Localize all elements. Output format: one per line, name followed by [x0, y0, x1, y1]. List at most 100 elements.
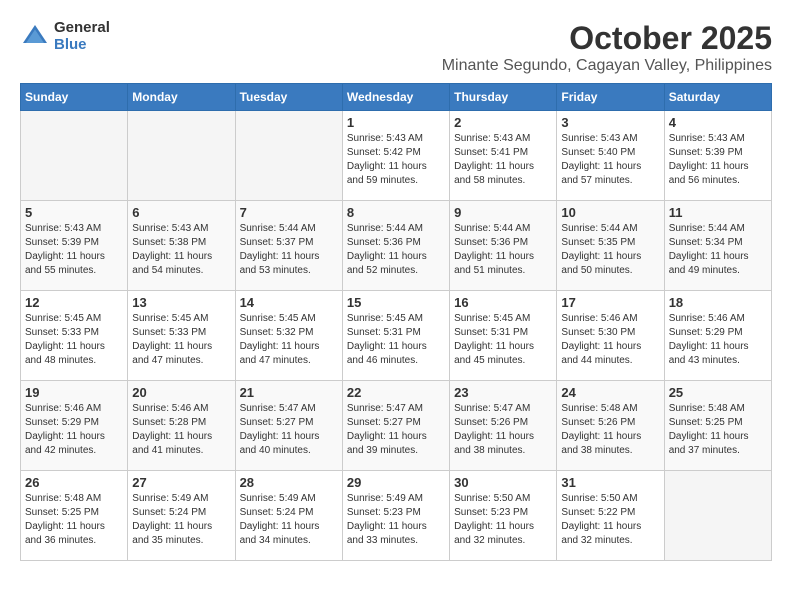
cell-content: Sunrise: 5:43 AM Sunset: 5:41 PM Dayligh… [454, 132, 552, 188]
col-wednesday: Wednesday [342, 84, 449, 111]
cell-content: Sunrise: 5:43 AM Sunset: 5:42 PM Dayligh… [347, 132, 445, 188]
col-tuesday: Tuesday [235, 84, 342, 111]
cell-content: Sunrise: 5:43 AM Sunset: 5:40 PM Dayligh… [561, 132, 659, 188]
calendar-cell: 6 Sunrise: 5:43 AM Sunset: 5:38 PM Daylig… [128, 201, 235, 291]
day-number: 15 [347, 295, 445, 310]
calendar-cell [128, 111, 235, 201]
day-number: 16 [454, 295, 552, 310]
cell-content: Sunrise: 5:50 AM Sunset: 5:23 PM Dayligh… [454, 492, 552, 548]
calendar-cell [235, 111, 342, 201]
cell-content: Sunrise: 5:44 AM Sunset: 5:36 PM Dayligh… [454, 222, 552, 278]
day-number: 30 [454, 475, 552, 490]
col-friday: Friday [557, 84, 664, 111]
calendar-cell: 11Sunrise: 5:44 AM Sunset: 5:34 PM Dayli… [664, 201, 771, 291]
calendar-cell: 15 Sunrise: 5:45 AM Sunset: 5:31 PM Dayli… [342, 291, 449, 381]
cell-content: Sunrise: 5:45 AM Sunset: 5:31 PM Dayligh… [454, 312, 552, 368]
calendar-cell: 2 Sunrise: 5:43 AM Sunset: 5:41 PM Daylig… [450, 111, 557, 201]
day-number: 1 [347, 115, 445, 130]
calendar-cell: 5 Sunrise: 5:43 AM Sunset: 5:39 PM Daylig… [21, 201, 128, 291]
calendar-cell: 16 Sunrise: 5:45 AM Sunset: 5:31 PM Dayli… [450, 291, 557, 381]
calendar-cell: 22Sunrise: 5:47 AM Sunset: 5:27 PM Dayli… [342, 381, 449, 471]
cell-content: Sunrise: 5:43 AM Sunset: 5:38 PM Dayligh… [132, 222, 230, 278]
cell-content: Sunrise: 5:48 AM Sunset: 5:26 PM Dayligh… [561, 402, 659, 458]
calendar-cell: 21 Sunrise: 5:47 AM Sunset: 5:27 PM Dayli… [235, 381, 342, 471]
day-number: 25 [669, 385, 767, 400]
cell-content: Sunrise: 5:45 AM Sunset: 5:31 PM Dayligh… [347, 312, 445, 368]
cell-content: Sunrise: 5:50 AM Sunset: 5:22 PM Dayligh… [561, 492, 659, 548]
col-saturday: Saturday [664, 84, 771, 111]
calendar-cell: 12 Sunrise: 5:45 AM Sunset: 5:33 PM Dayli… [21, 291, 128, 381]
day-number: 7 [240, 205, 338, 220]
calendar-cell: 26 Sunrise: 5:48 AM Sunset: 5:25 PM Dayli… [21, 471, 128, 561]
calendar-week-row: 5 Sunrise: 5:43 AM Sunset: 5:39 PM Daylig… [21, 201, 772, 291]
cell-content: Sunrise: 5:45 AM Sunset: 5:33 PM Dayligh… [132, 312, 230, 368]
day-number: 29 [347, 475, 445, 490]
cell-content: Sunrise: 5:46 AM Sunset: 5:28 PM Dayligh… [132, 402, 230, 458]
calendar-cell: 29Sunrise: 5:49 AM Sunset: 5:23 PM Dayli… [342, 471, 449, 561]
calendar-week-row: 26 Sunrise: 5:48 AM Sunset: 5:25 PM Dayli… [21, 471, 772, 561]
day-number: 21 [240, 385, 338, 400]
cell-content: Sunrise: 5:43 AM Sunset: 5:39 PM Dayligh… [669, 132, 767, 188]
cell-content: Sunrise: 5:49 AM Sunset: 5:24 PM Dayligh… [240, 492, 338, 548]
calendar-cell: 20 Sunrise: 5:46 AM Sunset: 5:28 PM Dayli… [128, 381, 235, 471]
day-number: 8 [347, 205, 445, 220]
day-number: 18 [669, 295, 767, 310]
day-number: 2 [454, 115, 552, 130]
cell-content: Sunrise: 5:48 AM Sunset: 5:25 PM Dayligh… [25, 492, 123, 548]
day-number: 23 [454, 385, 552, 400]
day-number: 12 [25, 295, 123, 310]
calendar-cell [21, 111, 128, 201]
day-number: 11 [669, 205, 767, 220]
calendar-header-row: Sunday Monday Tuesday Wednesday Thursday… [21, 84, 772, 111]
calendar-cell: 28Sunrise: 5:49 AM Sunset: 5:24 PM Dayli… [235, 471, 342, 561]
cell-content: Sunrise: 5:45 AM Sunset: 5:33 PM Dayligh… [25, 312, 123, 368]
page-header: General Blue October 2025 Minante Segund… [20, 20, 772, 75]
calendar-cell: 27Sunrise: 5:49 AM Sunset: 5:24 PM Dayli… [128, 471, 235, 561]
calendar-cell: 4 Sunrise: 5:43 AM Sunset: 5:39 PM Daylig… [664, 111, 771, 201]
calendar-cell: 31Sunrise: 5:50 AM Sunset: 5:22 PM Dayli… [557, 471, 664, 561]
cell-content: Sunrise: 5:47 AM Sunset: 5:27 PM Dayligh… [240, 402, 338, 458]
calendar-cell [664, 471, 771, 561]
day-number: 27 [132, 475, 230, 490]
cell-content: Sunrise: 5:44 AM Sunset: 5:36 PM Dayligh… [347, 222, 445, 278]
day-number: 20 [132, 385, 230, 400]
calendar-cell: 8 Sunrise: 5:44 AM Sunset: 5:36 PM Daylig… [342, 201, 449, 291]
calendar-week-row: 19 Sunrise: 5:46 AM Sunset: 5:29 PM Dayli… [21, 381, 772, 471]
cell-content: Sunrise: 5:47 AM Sunset: 5:26 PM Dayligh… [454, 402, 552, 458]
day-number: 5 [25, 205, 123, 220]
calendar-cell: 18 Sunrise: 5:46 AM Sunset: 5:29 PM Dayli… [664, 291, 771, 381]
day-number: 19 [25, 385, 123, 400]
calendar-cell: 3 Sunrise: 5:43 AM Sunset: 5:40 PM Daylig… [557, 111, 664, 201]
col-monday: Monday [128, 84, 235, 111]
calendar-cell: 17 Sunrise: 5:46 AM Sunset: 5:30 PM Dayli… [557, 291, 664, 381]
day-number: 14 [240, 295, 338, 310]
day-number: 4 [669, 115, 767, 130]
calendar-cell: 23 Sunrise: 5:47 AM Sunset: 5:26 PM Dayli… [450, 381, 557, 471]
logo-icon [20, 22, 50, 52]
day-number: 26 [25, 475, 123, 490]
logo-general: General [54, 20, 110, 37]
calendar-cell: 7 Sunrise: 5:44 AM Sunset: 5:37 PM Daylig… [235, 201, 342, 291]
calendar-table: Sunday Monday Tuesday Wednesday Thursday… [20, 83, 772, 561]
cell-content: Sunrise: 5:46 AM Sunset: 5:29 PM Dayligh… [25, 402, 123, 458]
day-number: 9 [454, 205, 552, 220]
calendar-cell: 30 Sunrise: 5:50 AM Sunset: 5:23 PM Dayli… [450, 471, 557, 561]
day-number: 10 [561, 205, 659, 220]
calendar-week-row: 1 Sunrise: 5:43 AM Sunset: 5:42 PM Daylig… [21, 111, 772, 201]
calendar-week-row: 12 Sunrise: 5:45 AM Sunset: 5:33 PM Dayli… [21, 291, 772, 381]
col-thursday: Thursday [450, 84, 557, 111]
calendar-cell: 14Sunrise: 5:45 AM Sunset: 5:32 PM Dayli… [235, 291, 342, 381]
cell-content: Sunrise: 5:44 AM Sunset: 5:37 PM Dayligh… [240, 222, 338, 278]
calendar-cell: 10Sunrise: 5:44 AM Sunset: 5:35 PM Dayli… [557, 201, 664, 291]
cell-content: Sunrise: 5:47 AM Sunset: 5:27 PM Dayligh… [347, 402, 445, 458]
calendar-cell: 9 Sunrise: 5:44 AM Sunset: 5:36 PM Daylig… [450, 201, 557, 291]
logo: General Blue [20, 20, 110, 53]
day-number: 6 [132, 205, 230, 220]
cell-content: Sunrise: 5:46 AM Sunset: 5:29 PM Dayligh… [669, 312, 767, 368]
cell-content: Sunrise: 5:43 AM Sunset: 5:39 PM Dayligh… [25, 222, 123, 278]
day-number: 3 [561, 115, 659, 130]
day-number: 17 [561, 295, 659, 310]
day-number: 24 [561, 385, 659, 400]
cell-content: Sunrise: 5:46 AM Sunset: 5:30 PM Dayligh… [561, 312, 659, 368]
title-section: October 2025 Minante Segundo, Cagayan Va… [442, 20, 772, 75]
